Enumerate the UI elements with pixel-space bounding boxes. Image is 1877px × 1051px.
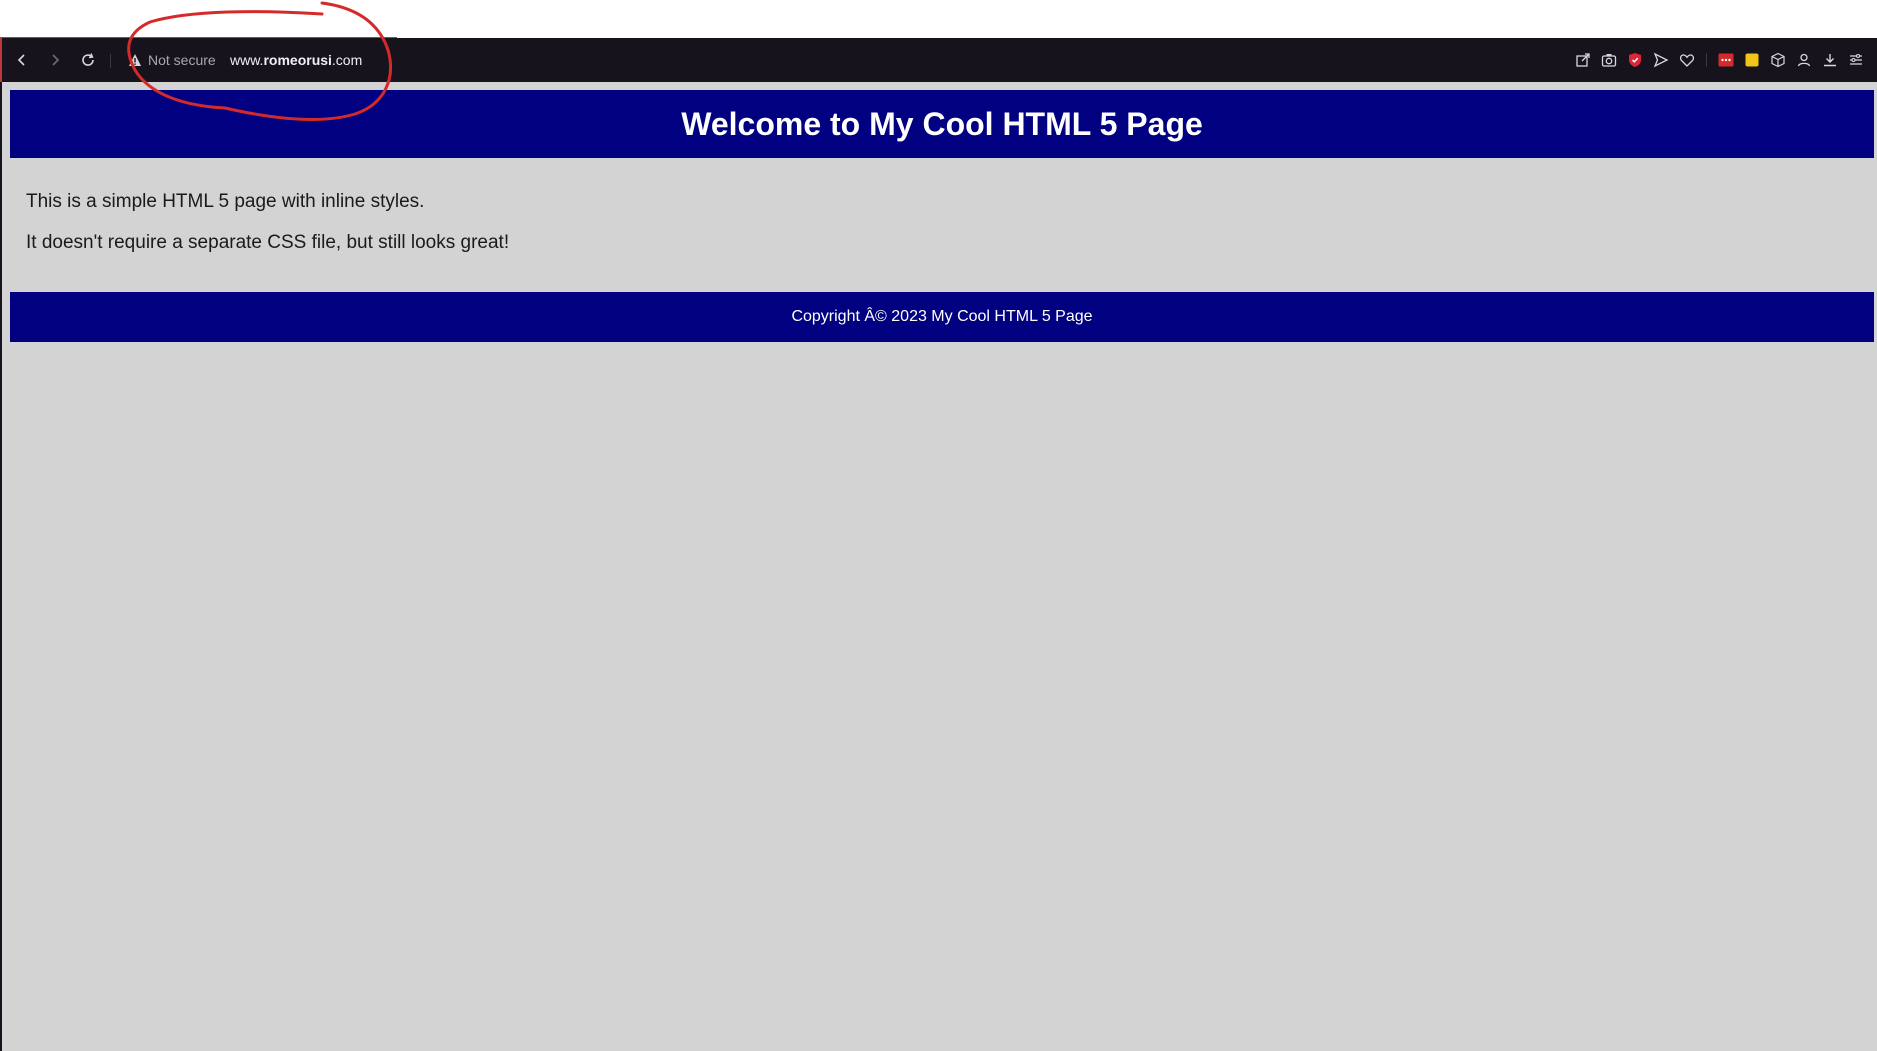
shield-icon: [1629, 53, 1641, 67]
extension-yellow-button[interactable]: [1739, 47, 1765, 73]
profile-button[interactable]: [1791, 47, 1817, 73]
security-indicator[interactable]: Not secure: [128, 51, 216, 69]
page-footer: Copyright Â© 2023 My Cool HTML 5 Page: [10, 292, 1874, 342]
camera-icon: [1601, 54, 1617, 67]
send-icon: [1653, 52, 1669, 68]
cube-icon: [1771, 52, 1785, 68]
toolbar-icons: [1570, 38, 1869, 82]
forward-button[interactable]: [43, 48, 67, 72]
menu-icon: [1850, 53, 1862, 65]
profile-icon: [1797, 53, 1811, 67]
address-bar[interactable]: www.romeorusi.com: [230, 51, 362, 69]
url-suffix: .com: [331, 52, 363, 68]
snapshot-button[interactable]: [1596, 47, 1622, 73]
share-icon: [1576, 53, 1590, 67]
toolbar-separator: [1706, 53, 1707, 67]
extension-yellow-icon: [1745, 53, 1759, 67]
heart-icon: [1679, 54, 1695, 67]
flow-button[interactable]: [1648, 47, 1674, 73]
download-icon: [1824, 54, 1836, 67]
page-content: This is a simple HTML 5 page with inline…: [26, 190, 1726, 272]
browser-toolbar: Not secure www.romeorusi.com: [0, 38, 1877, 82]
forward-icon: [52, 54, 60, 66]
extension-red-button[interactable]: [1713, 47, 1739, 73]
page-header: Welcome to My Cool HTML 5 Page: [10, 90, 1874, 158]
toolbar-separator: [110, 54, 111, 68]
url-domain: romeorusi: [263, 52, 332, 68]
url-prefix: www.: [230, 52, 264, 68]
window-top-strip: [0, 0, 1877, 39]
extension-red-icon: [1718, 53, 1734, 67]
copyright-text: Copyright Â© 2023 My Cool HTML 5 Page: [791, 308, 1093, 325]
reload-icon: [82, 53, 94, 66]
favorites-button[interactable]: [1674, 47, 1700, 73]
page-viewport: Welcome to My Cool HTML 5 Page This is a…: [0, 82, 1877, 1051]
page-title: Welcome to My Cool HTML 5 Page: [681, 105, 1203, 142]
adblock-button[interactable]: [1622, 47, 1648, 73]
reload-button[interactable]: [76, 48, 100, 72]
security-label: Not secure: [148, 52, 216, 68]
warning-icon: [129, 54, 141, 66]
easy-setup-button[interactable]: [1843, 47, 1869, 73]
paragraph-intro: This is a simple HTML 5 page with inline…: [26, 191, 425, 212]
paragraph-css-note: It doesn't require a separate CSS file, …: [26, 232, 510, 253]
extensions-button[interactable]: [1765, 47, 1791, 73]
downloads-button[interactable]: [1817, 47, 1843, 73]
back-button[interactable]: [10, 48, 34, 72]
back-icon: [17, 54, 25, 66]
share-button[interactable]: [1570, 47, 1596, 73]
